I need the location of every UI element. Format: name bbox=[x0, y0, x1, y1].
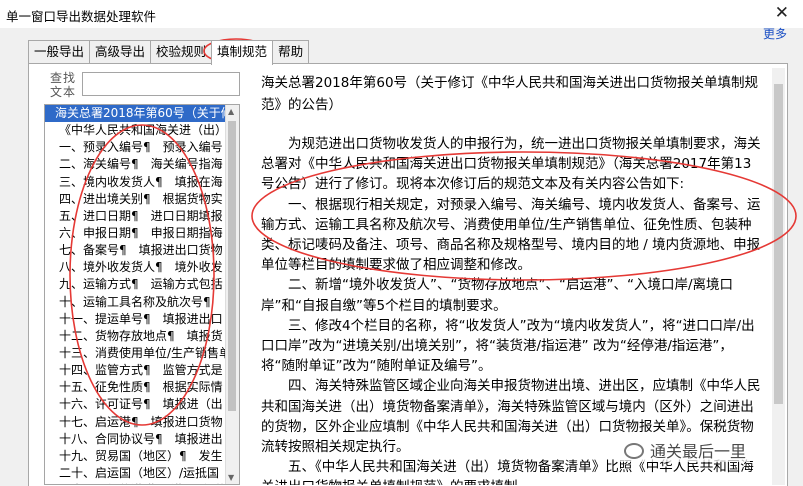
outline-item[interactable]: 八、境外收发货人¶ 境外收发 bbox=[45, 259, 227, 276]
tab-general-export[interactable]: 一般导出 bbox=[28, 40, 91, 63]
outline-item[interactable]: 九、运输方式¶ 运输方式包括 bbox=[45, 276, 227, 293]
tab-advanced-export[interactable]: 高级导出 bbox=[89, 40, 152, 63]
document-scrollbar[interactable] bbox=[772, 68, 785, 485]
watermark: 通关最后一里 bbox=[620, 438, 751, 462]
outline-item[interactable]: 五、进口日期¶ 进口日期填报 bbox=[45, 208, 227, 225]
outline-scrollbar[interactable]: ▲ ▼ bbox=[225, 105, 239, 484]
outline-item[interactable]: 十六、许可证号¶ 填报进（出 bbox=[45, 396, 227, 413]
outline-item[interactable]: 十一、提运单号¶ 填报进出口 bbox=[45, 311, 227, 328]
outline-item[interactable]: 六、申报日期¶ 申报日期指海 bbox=[45, 225, 227, 242]
document-paragraph: 三、修改4个栏目的名称，将“收发货人”改为“境内收发货人”，将“进口口岸/出口口… bbox=[261, 317, 755, 375]
document-view: 海关总署2018年第60号（关于修订《中华人民共和国海关进出口货物报关单填制规范… bbox=[253, 68, 765, 485]
outline-item[interactable]: 十八、合同协议号¶ 填报进出 bbox=[45, 431, 227, 448]
watermark-text: 通关最后一里 bbox=[650, 442, 747, 461]
outline-item-selected[interactable]: 海关总署2018年第60号（关于修 bbox=[45, 105, 227, 123]
outline-item[interactable]: 二、海关编号¶ 海关编号指海 bbox=[45, 156, 227, 173]
outline-item[interactable]: 十三、消费使用单位/生产销售单 bbox=[45, 345, 227, 362]
outline-item[interactable]: 十七、启运港¶ 填报进口货物 bbox=[45, 414, 227, 431]
outline-item[interactable]: 十九、贸易国（地区）¶ 发生 bbox=[45, 448, 227, 465]
document-paragraph: 一、根据现行相关规定，对预录入编号、海关编号、境内收发货人、备案号、运输方式、运… bbox=[261, 196, 761, 274]
outline-list[interactable]: 海关总署2018年第60号（关于修 《中华人民共和国海关进（出）口 一、预录入编号¶… bbox=[44, 104, 240, 485]
close-icon[interactable]: ✕ bbox=[775, 3, 789, 23]
search-input[interactable] bbox=[82, 72, 240, 96]
document-body: 为规范进出口货物收发货人的申报行为，统一进出口货物报关单填制要求，海关总署对《中… bbox=[261, 134, 761, 485]
scroll-down-icon[interactable]: ▼ bbox=[228, 473, 234, 482]
outline-item[interactable]: 十五、征免性质¶ 根据实际情 bbox=[45, 379, 227, 396]
window-title: 单一窗口导出数据处理软件 bbox=[6, 9, 157, 24]
document-paragraph: 为规范进出口货物收发货人的申报行为，统一进出口货物报关单填制要求，海关总署对《中… bbox=[261, 136, 761, 193]
document-paragraph: 二、新增“境外收发货人”、“货物存放地点”、“启运港”、“入境口岸/离境口岸”和… bbox=[261, 277, 734, 314]
tab-help[interactable]: 帮助 bbox=[272, 40, 310, 63]
outline-item[interactable]: 《中华人民共和国海关进（出）口 bbox=[45, 122, 227, 139]
document-title: 海关总署2018年第60号（关于修订《中华人民共和国海关进出口货物报关单填制规范… bbox=[261, 75, 759, 113]
scroll-up-icon[interactable]: ▲ bbox=[228, 107, 234, 116]
wechat-icon bbox=[624, 443, 644, 459]
outline-item[interactable]: 七、备案号¶ 填报进出口货物 bbox=[45, 242, 227, 259]
search-label: 查找文本 bbox=[50, 71, 77, 99]
tab-validation-rules[interactable]: 校验规则 bbox=[150, 40, 213, 63]
outline-item[interactable]: 一、预录入编号¶ 预录入编号 bbox=[45, 139, 227, 156]
document-scroll-thumb[interactable] bbox=[774, 84, 783, 404]
outline-item[interactable]: 二十、启运国（地区）/运抵国 bbox=[45, 465, 227, 482]
more-link[interactable]: 更多 bbox=[763, 25, 787, 42]
outline-item[interactable]: 十二、货物存放地点¶ 填报货 bbox=[45, 328, 227, 345]
outline-item[interactable]: 十、运输工具名称及航次号¶ bbox=[45, 294, 227, 311]
tab-filling-spec[interactable]: 填制规范 bbox=[211, 40, 274, 65]
outline-scroll-thumb[interactable] bbox=[228, 121, 236, 411]
tab-bar: 一般导出 高级导出 校验规则 填制规范 帮助 bbox=[28, 40, 310, 65]
outline-item[interactable]: 十四、监管方式¶ 监管方式是 bbox=[45, 362, 227, 379]
outline-item[interactable]: 四、进出境关别¶ 根据货物实 bbox=[45, 191, 227, 208]
outline-item[interactable]: 三、境内收发货人¶ 填报在海 bbox=[45, 174, 227, 191]
title-bar: 单一窗口导出数据处理软件 ✕ bbox=[0, 0, 803, 28]
